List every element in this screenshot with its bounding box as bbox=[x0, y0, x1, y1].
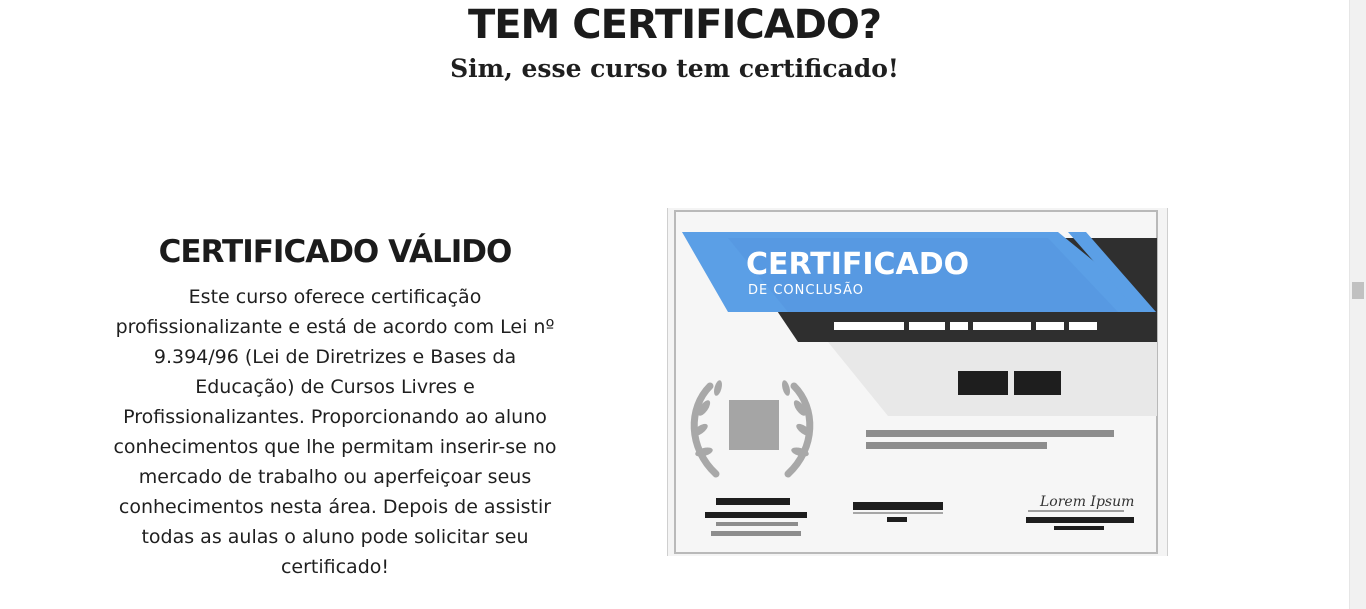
certificate-redacted-line bbox=[834, 322, 1097, 330]
scrollbar-thumb[interactable] bbox=[1352, 282, 1364, 299]
section-title: CERTIFICADO VÁLIDO bbox=[158, 234, 513, 270]
signature-text: Lorem Ipsum bbox=[1039, 494, 1134, 510]
page: TEM CERTIFICADO? Sim, esse curso tem cer… bbox=[0, 0, 1349, 609]
section-description: Este curso oferece certificação profissi… bbox=[113, 286, 557, 578]
page-title: TEM CERTIFICADO? bbox=[467, 2, 882, 48]
vertical-scrollbar[interactable] bbox=[1349, 0, 1366, 609]
certificate-image: CERTIFICADO DE CONCLUSÃO Lorem Ipsum bbox=[667, 208, 1168, 556]
page-subtitle: Sim, esse curso tem certificado! bbox=[450, 54, 899, 83]
certificate-subheading: DE CONCLUSÃO bbox=[748, 282, 864, 298]
certificate-heading: CERTIFICADO bbox=[746, 247, 969, 282]
